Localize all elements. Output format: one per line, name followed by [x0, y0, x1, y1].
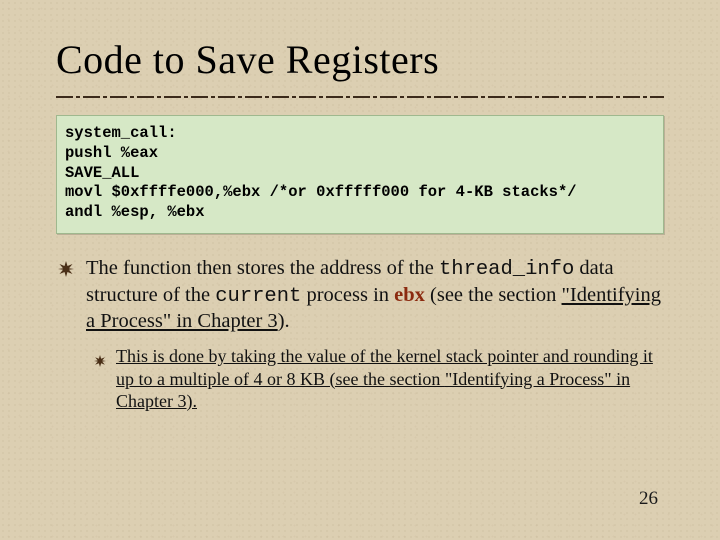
- inline-code: thread_info: [439, 258, 574, 281]
- slide: Code to Save Registers system_call: push…: [0, 0, 720, 413]
- sub-bullet-item: This is done by taking the value of the …: [56, 345, 664, 413]
- text: process in: [301, 284, 394, 306]
- code-line: pushl %eax: [65, 144, 158, 162]
- register-name: ebx: [394, 284, 425, 306]
- bullet-item: The function then stores the address of …: [56, 256, 664, 335]
- page-title: Code to Save Registers: [56, 36, 664, 83]
- text: (see the section: [425, 284, 562, 306]
- burst-icon: [58, 261, 74, 277]
- body-text: The function then stores the address of …: [56, 256, 664, 412]
- text: The function then stores the address of …: [86, 257, 439, 279]
- page-number: 26: [639, 488, 658, 510]
- inline-code: current: [215, 285, 301, 308]
- code-block: system_call: pushl %eax SAVE_ALL movl $0…: [56, 115, 664, 234]
- burst-icon: [94, 350, 106, 362]
- code-line: SAVE_ALL: [65, 164, 139, 182]
- code-line: system_call:: [65, 124, 177, 142]
- title-divider: [56, 93, 664, 101]
- text: ).: [186, 391, 197, 411]
- code-line: movl $0xffffe000,%ebx /*or 0xfffff000 fo…: [65, 183, 577, 201]
- text: ).: [278, 310, 290, 332]
- code-line: andl %esp, %ebx: [65, 203, 205, 221]
